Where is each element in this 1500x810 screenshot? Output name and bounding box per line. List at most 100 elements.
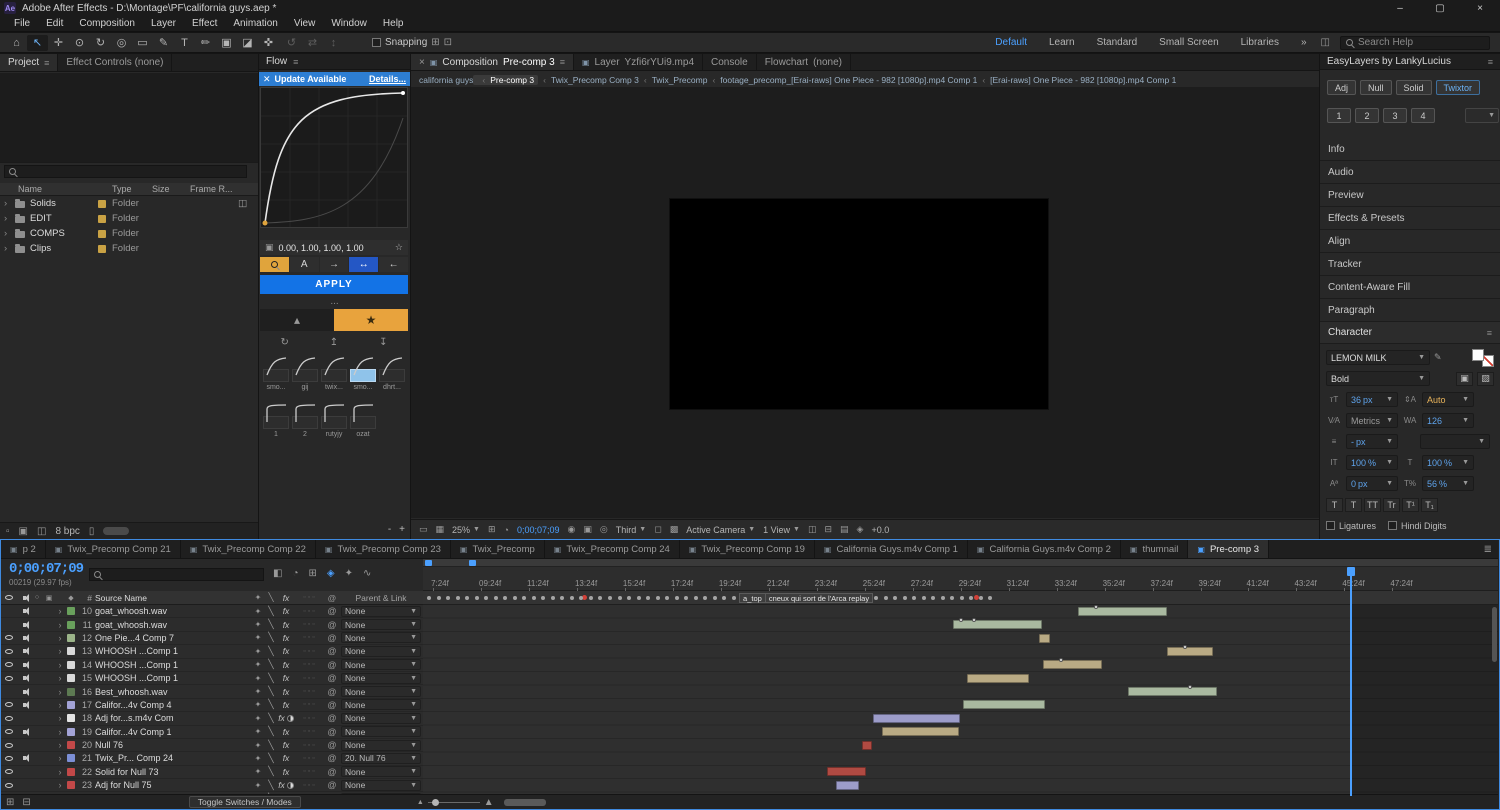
preset-curve-thumbnail[interactable] (321, 404, 347, 429)
fx-badge[interactable]: fx (277, 727, 295, 737)
pan-behind-tool[interactable]: ◎ (111, 35, 132, 51)
column-name[interactable]: Name (18, 184, 42, 194)
marker-dot[interactable] (522, 596, 527, 600)
parent-pickwhip-icon[interactable]: @ (325, 767, 339, 777)
fx-badge[interactable]: fx (277, 687, 295, 697)
menu-item[interactable]: Effect (184, 18, 225, 29)
marker-dot[interactable] (646, 596, 651, 600)
layer-twirl-icon[interactable]: › (55, 780, 65, 790)
layer-color-swatch[interactable] (67, 633, 75, 642)
layer-twirl-icon[interactable]: › (55, 713, 65, 723)
maximize-button[interactable]: ▢ (1420, 0, 1460, 16)
layer-switches[interactable]: ▫▫▫ (295, 768, 325, 775)
marker-dot[interactable] (969, 596, 974, 600)
collapse-icon[interactable]: ╲ (265, 780, 277, 791)
font-size-dropdown[interactable]: 36 px ▼ (1346, 392, 1398, 407)
layer-duration-bar[interactable] (835, 781, 860, 790)
breadcrumb-item[interactable]: california guys (419, 75, 473, 85)
layer-switches[interactable]: ▫▫▫ (295, 715, 325, 722)
minimize-button[interactable]: – (1380, 0, 1420, 16)
horizontal-scale-dropdown[interactable]: 100% ▼ (1422, 455, 1474, 470)
parent-link-dropdown[interactable]: None▼ (341, 672, 421, 684)
layer-twirl-icon[interactable]: › (55, 606, 65, 616)
layer-switches[interactable]: ▫▫▫ (295, 634, 325, 641)
flow-zoom-in-button[interactable]: + (399, 524, 405, 535)
faux-style-button[interactable]: T (1345, 497, 1362, 512)
marker-dot[interactable] (541, 596, 546, 600)
draft-3d-icon[interactable]: ◔ (292, 568, 298, 579)
extra-dropdown[interactable]: ▼ (1420, 434, 1490, 449)
layer-name[interactable]: WHOOSH ...Comp 1 (95, 660, 251, 670)
Adj for...s.m4v Com[interactable]: › 18 Adj for...s.m4v Com ✦ ╲ fx ▫▫▫ @ No… (1, 712, 423, 726)
layer-twirl-icon[interactable]: › (55, 753, 65, 763)
speaker-icon[interactable] (22, 727, 29, 736)
marker-dot[interactable] (950, 596, 955, 600)
marker-dot[interactable] (455, 596, 460, 600)
parent-link-dropdown[interactable]: None▼ (341, 645, 421, 657)
collapse-icon[interactable]: ╲ (265, 753, 277, 764)
tab-close-icon[interactable]: × (419, 57, 425, 68)
layer-twirl-icon[interactable]: › (55, 700, 65, 710)
collapsed-panel[interactable]: Audio (1320, 161, 1500, 184)
parent-column-header[interactable]: Parent & Link (339, 593, 423, 603)
preset-curve-thumbnail[interactable] (263, 404, 289, 429)
marker-dot[interactable] (560, 596, 565, 600)
breadcrumb-item[interactable]: Pre-comp 3 (473, 74, 539, 85)
dolly-camera-tool[interactable]: ↕ (323, 35, 344, 51)
resolution-dropdown[interactable]: Third ▼ (616, 525, 646, 535)
new-folder-icon[interactable]: ▣ (19, 526, 28, 537)
mask-visibility-icon[interactable]: ◔ (504, 525, 509, 535)
layer-duration-bar[interactable] (1038, 634, 1050, 643)
parent-pickwhip-icon[interactable]: @ (325, 660, 339, 670)
panel-menu-icon[interactable]: ≡ (560, 57, 565, 67)
layer-color-swatch[interactable] (67, 647, 75, 656)
speaker-icon[interactable] (22, 620, 29, 629)
layer-color-swatch[interactable] (67, 714, 75, 723)
easylayers-number-button[interactable]: 3 (1383, 108, 1407, 123)
marker-dot[interactable] (484, 596, 489, 600)
preset-curve-thumbnail[interactable] (263, 357, 289, 382)
fx-badge[interactable]: fx (277, 753, 295, 763)
fx-badge[interactable]: fx (277, 660, 295, 670)
eye-icon[interactable] (5, 782, 13, 788)
layer-name[interactable]: Adj for...s.m4v Com (95, 713, 251, 723)
timeline-tab[interactable]: ▣ Twix_Precomp (451, 540, 545, 558)
tab-console[interactable]: Console (703, 54, 757, 70)
layer-color-swatch[interactable] (67, 674, 75, 683)
parent-link-dropdown[interactable]: None▼ (341, 605, 421, 617)
easylayers-button[interactable]: Solid (1395, 80, 1432, 95)
collapsed-panel[interactable]: Effects & Presets (1320, 207, 1500, 230)
collapse-icon[interactable]: ╲ (265, 673, 277, 684)
stroke-width-icon[interactable]: ▨ (1477, 371, 1494, 386)
preset-curve-thumbnail[interactable] (292, 357, 318, 382)
eye-icon[interactable] (5, 715, 13, 721)
layer-duration-bar[interactable] (1128, 687, 1218, 696)
layer-name[interactable]: WHOOSH ...Comp 1 (95, 673, 251, 683)
menu-item[interactable]: Help (375, 18, 412, 29)
marker-dot[interactable] (693, 596, 698, 600)
tab-flowchart[interactable]: Flowchart (none) (757, 54, 851, 70)
preset-curve-thumbnail[interactable] (379, 357, 405, 382)
Best_whoosh.wav[interactable]: › 16 Best_whoosh.wav ✦ ╲ fx ▫▫▫ @ None ▼ (1, 685, 423, 699)
layer-color-swatch[interactable] (67, 687, 75, 696)
collapse-icon[interactable]: ╲ (265, 619, 277, 630)
marker-dot[interactable] (712, 596, 717, 600)
breadcrumb-item[interactable]: Twix_Precomp (639, 75, 708, 85)
parent-link-dropdown[interactable]: None▼ (341, 739, 421, 751)
marker-dot[interactable] (874, 596, 879, 600)
delete-icon[interactable]: ▯ (89, 526, 95, 537)
layer-color-swatch[interactable] (67, 754, 75, 763)
marker-dot[interactable] (940, 596, 945, 600)
layer-name[interactable]: goat_whoosh.wav (95, 606, 251, 616)
tab-composition[interactable]: × ▣ Composition Pre-comp 3 ≡ (411, 54, 574, 70)
easylayers-dropdown[interactable]: ▼ (1465, 108, 1499, 123)
collapsed-panel[interactable]: Align (1320, 230, 1500, 253)
marker-dot[interactable] (531, 596, 536, 600)
parent-pickwhip-icon[interactable]: @ (325, 727, 339, 737)
shy-icon[interactable]: ✦ (251, 647, 265, 656)
layer-duration-bar[interactable] (962, 700, 1046, 709)
shy-icon[interactable]: ✦ (251, 620, 265, 629)
project-search-input[interactable] (4, 165, 247, 178)
parent-pickwhip-icon[interactable]: @ (325, 606, 339, 616)
parent-link-dropdown[interactable]: None▼ (341, 686, 421, 698)
